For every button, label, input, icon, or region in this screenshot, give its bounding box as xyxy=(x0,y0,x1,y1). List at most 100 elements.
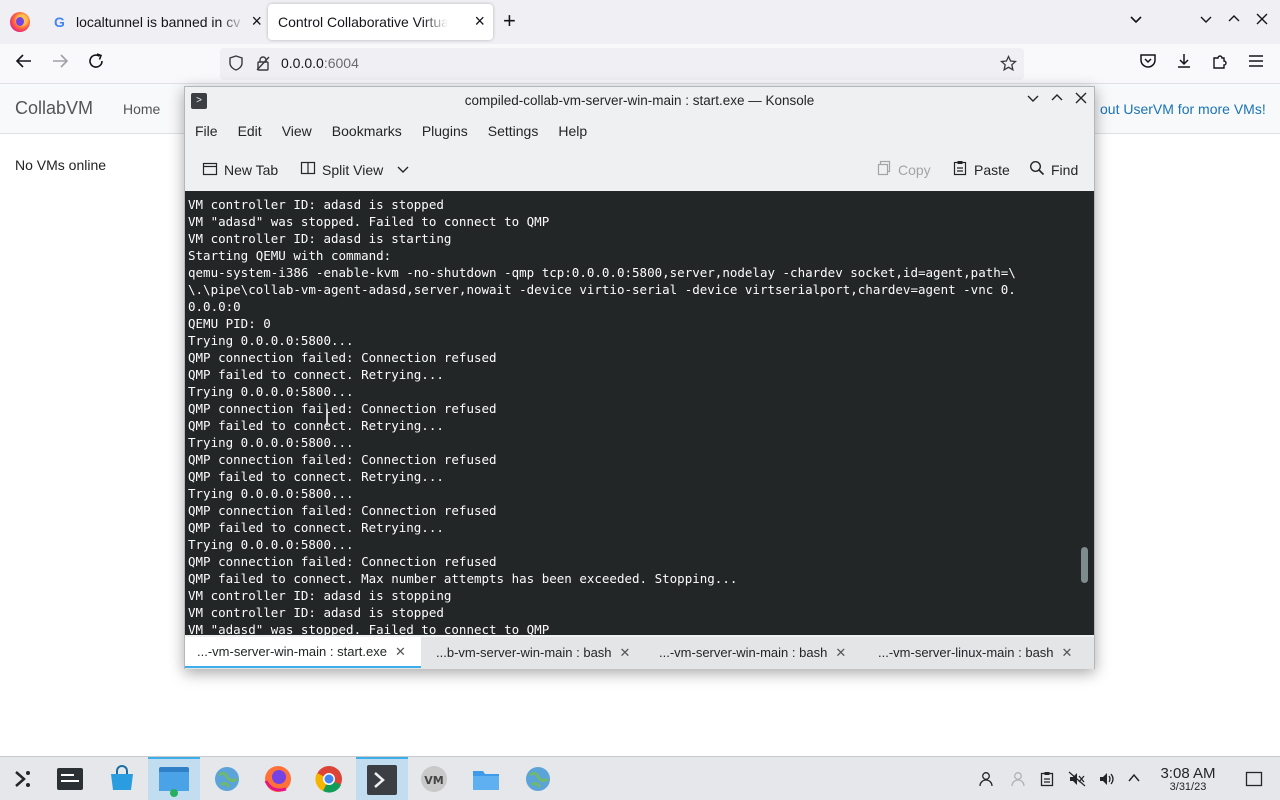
terminal-line: VM controller ID: adasd is stopping xyxy=(188,588,452,603)
globe-icon[interactable] xyxy=(522,763,554,795)
uservm-promo-link[interactable]: out UserVM for more VMs! xyxy=(1100,101,1266,117)
file-manager-icon[interactable] xyxy=(148,757,200,800)
find-button[interactable]: Find xyxy=(1029,160,1078,179)
url-bar[interactable]: 0.0.0.0:6004 xyxy=(220,48,1024,80)
terminal-scrollbar-thumb[interactable] xyxy=(1081,547,1088,583)
kde-connect-icon[interactable] xyxy=(1010,771,1026,791)
folder-icon[interactable] xyxy=(470,763,502,795)
close-window-icon[interactable] xyxy=(1075,92,1087,107)
minimize-window-icon[interactable] xyxy=(1200,12,1212,28)
extensions-icon[interactable] xyxy=(1211,52,1229,75)
new-tab-label: New Tab xyxy=(224,161,279,178)
menu-edit[interactable]: Edit xyxy=(228,117,272,145)
terminal-line: VM controller ID: adasd is stopped xyxy=(188,605,444,620)
downloads-icon[interactable] xyxy=(1175,52,1193,75)
browser-tab-collabvm[interactable]: Control Collaborative Virtual M × xyxy=(268,4,493,40)
konsole-menubar: File Edit View Bookmarks Plugins Setting… xyxy=(185,117,597,145)
terminal-line: Trying 0.0.0.0:5800... xyxy=(188,435,354,450)
konsole-tab-bash-3[interactable]: ...-vm-server-linux-main : bash ✕ xyxy=(869,637,1094,668)
reload-icon[interactable] xyxy=(87,52,105,75)
terminal-line: QMP failed to connect. Retrying... xyxy=(188,520,444,535)
close-tab-icon[interactable]: × xyxy=(474,12,485,30)
close-tab-icon[interactable]: ✕ xyxy=(1062,645,1073,661)
tracking-protection-shield-icon[interactable] xyxy=(228,55,244,74)
close-tab-icon[interactable]: ✕ xyxy=(395,644,406,660)
back-arrow-icon[interactable] xyxy=(15,52,33,75)
close-tab-icon[interactable]: ✕ xyxy=(835,645,846,661)
volume-icon[interactable] xyxy=(1098,771,1116,791)
virtual-machine-manager-icon[interactable]: VM xyxy=(418,763,450,795)
konsole-icon[interactable] xyxy=(356,757,408,800)
close-tab-icon[interactable]: × xyxy=(251,12,262,30)
site-brand[interactable]: CollabVM xyxy=(15,98,93,119)
user-switcher-icon[interactable] xyxy=(978,771,994,791)
new-tab-icon[interactable]: + xyxy=(503,10,516,32)
terminal-lines: VM controller ID: adasd is stopped VM "ad… xyxy=(188,196,1072,635)
menu-plugins[interactable]: Plugins xyxy=(412,117,478,145)
clipboard-icon[interactable] xyxy=(1039,771,1055,791)
terminal-line: Trying 0.0.0.0:5800... xyxy=(188,486,354,501)
clock-time[interactable]: 3:08 AM xyxy=(1152,765,1224,782)
svg-text:VM: VM xyxy=(424,774,443,787)
terminal-line: QMP failed to connect. Max number attemp… xyxy=(188,571,738,586)
list-all-tabs-icon[interactable] xyxy=(1129,12,1143,29)
menu-bookmarks[interactable]: Bookmarks xyxy=(322,117,412,145)
paste-label: Paste xyxy=(974,161,1010,178)
konsole-tab-label: ...-vm-server-win-main : start.exe xyxy=(197,644,387,659)
chevron-up-icon[interactable] xyxy=(1127,771,1141,789)
konsole-toolbar: New Tab Split View Copy Paste Find xyxy=(185,151,1094,189)
menu-view[interactable]: View xyxy=(272,117,322,145)
browser-navigation-bar: 0.0.0.0:6004 xyxy=(0,44,1280,84)
terminal-line: Trying 0.0.0.0:5800... xyxy=(188,333,354,348)
konsole-tab-bar: ...-vm-server-win-main : start.exe ✕ ...… xyxy=(185,637,1094,669)
konsole-window-title: compiled-collab-vm-server-win-main : sta… xyxy=(464,93,815,108)
maximize-window-icon[interactable] xyxy=(1228,12,1240,28)
firefox-logo-icon[interactable] xyxy=(10,12,30,32)
chrome-icon[interactable] xyxy=(313,763,345,795)
insecure-lock-icon[interactable] xyxy=(255,55,271,74)
chevron-down-icon xyxy=(397,162,409,178)
new-tab-icon xyxy=(202,160,218,179)
terminal-line: 0.0.0:0 xyxy=(188,299,241,314)
find-label: Find xyxy=(1051,161,1079,178)
split-view-button[interactable]: Split View xyxy=(300,160,409,179)
firefox-icon[interactable] xyxy=(262,763,294,795)
discover-store-icon[interactable] xyxy=(106,763,138,795)
clock-date[interactable]: 3/31/23 xyxy=(1152,781,1224,793)
paste-button[interactable]: Paste xyxy=(952,160,1010,179)
split-view-icon xyxy=(300,160,316,179)
browser-tab-title: Control Collaborative Virtual M xyxy=(278,14,448,30)
konsole-tab-bash-2[interactable]: ...-vm-server-win-main : bash ✕ xyxy=(649,637,861,668)
konsole-tab-bash-1[interactable]: ...b-vm-server-win-main : bash ✕ xyxy=(425,637,645,668)
home-link[interactable]: Home xyxy=(123,101,160,117)
url-text: 0.0.0.0:6004 xyxy=(281,55,359,71)
show-desktop-icon[interactable] xyxy=(1245,771,1263,791)
maximize-window-icon[interactable] xyxy=(1051,92,1063,107)
pocket-icon[interactable] xyxy=(1139,52,1157,75)
terminal-output[interactable]: VM controller ID: adasd is stopped VM "ad… xyxy=(185,191,1094,635)
menu-help[interactable]: Help xyxy=(548,117,597,145)
copy-button[interactable]: Copy xyxy=(876,160,931,179)
terminal-line: QMP connection failed: Connection refuse… xyxy=(188,554,497,569)
minimize-window-icon[interactable] xyxy=(1027,92,1039,107)
bookmark-star-icon[interactable] xyxy=(999,54,1018,75)
menu-settings[interactable]: Settings xyxy=(478,117,549,145)
menu-file[interactable]: File xyxy=(185,117,228,145)
terminal-line: QMP connection failed: Connection refuse… xyxy=(188,350,497,365)
forward-arrow-icon[interactable] xyxy=(51,52,69,75)
audio-muted-icon[interactable] xyxy=(1068,771,1086,791)
split-view-label: Split View xyxy=(322,161,384,178)
browser-tab-bar: G localtunnel is banned in cv × Control … xyxy=(0,0,1280,44)
system-monitor-icon[interactable] xyxy=(54,763,86,795)
hamburger-menu-icon[interactable] xyxy=(1247,52,1265,75)
close-window-icon[interactable] xyxy=(1256,12,1268,28)
konsole-titlebar[interactable]: > compiled-collab-vm-server-win-main : s… xyxy=(185,87,1094,115)
terminal-line: Trying 0.0.0.0:5800... xyxy=(188,384,354,399)
application-launcher-icon[interactable] xyxy=(6,763,38,795)
globe-icon[interactable] xyxy=(211,763,243,795)
konsole-tab-start-exe[interactable]: ...-vm-server-win-main : start.exe ✕ xyxy=(185,637,421,668)
konsole-window: > compiled-collab-vm-server-win-main : s… xyxy=(184,86,1095,669)
browser-tab-localtunnel[interactable]: G localtunnel is banned in cv × xyxy=(44,4,270,40)
new-tab-button[interactable]: New Tab xyxy=(202,160,278,179)
close-tab-icon[interactable]: ✕ xyxy=(620,645,631,661)
